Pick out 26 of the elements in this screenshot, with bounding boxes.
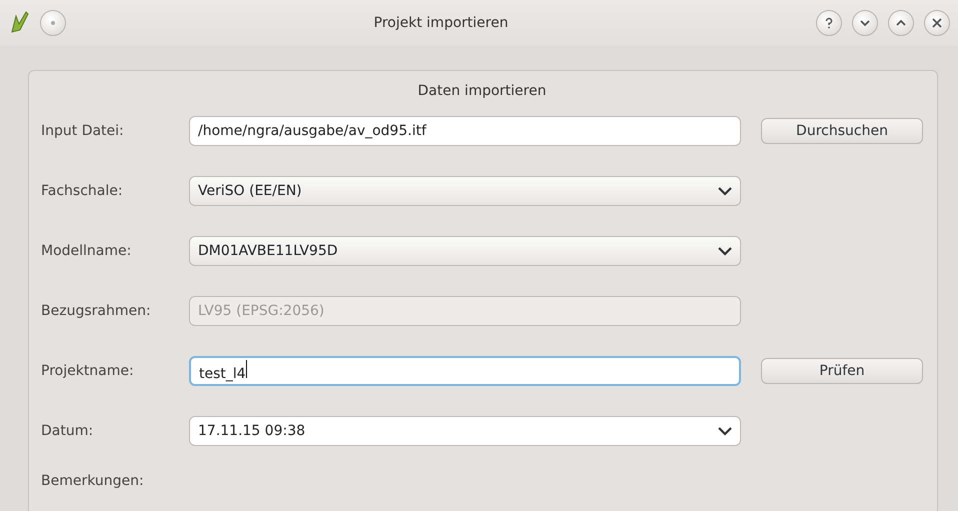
field-label: Bezugsrahmen: (41, 303, 152, 319)
maximize-button[interactable] (888, 10, 914, 36)
dropdown[interactable]: VeriSO (EE/EN) (189, 176, 741, 206)
group-title: Daten importieren (416, 83, 548, 99)
field-label: Projektname: (41, 363, 135, 379)
field-label: Modellname: (41, 243, 132, 259)
help-icon (823, 17, 835, 29)
action-button[interactable]: Durchsuchen (761, 118, 923, 144)
close-button[interactable] (924, 10, 950, 36)
help-button[interactable] (816, 10, 842, 36)
chevron-down-icon (718, 426, 732, 436)
field-label: Fachschale: (41, 183, 124, 199)
minimize-button[interactable] (852, 10, 878, 36)
field-label: Datum: (41, 423, 94, 439)
dot-icon (50, 20, 56, 26)
chevron-down-icon (718, 246, 732, 256)
close-icon (931, 17, 943, 29)
chevron-down-icon (718, 186, 732, 196)
window-title: Projekt importieren (372, 15, 510, 31)
input-field[interactable]: /home/ngra/ausgabe/av_od95.itf (189, 116, 741, 146)
action-button[interactable]: Prüfen (761, 358, 923, 384)
field-label: Bemerkungen: (41, 473, 145, 489)
input-field[interactable]: test_l4 (189, 356, 741, 386)
dropdown[interactable]: 17.11.15 09:38 (189, 416, 741, 446)
field-label: Input Datei: (41, 123, 125, 139)
dropdown[interactable]: DM01AVBE11LV95D (189, 236, 741, 266)
